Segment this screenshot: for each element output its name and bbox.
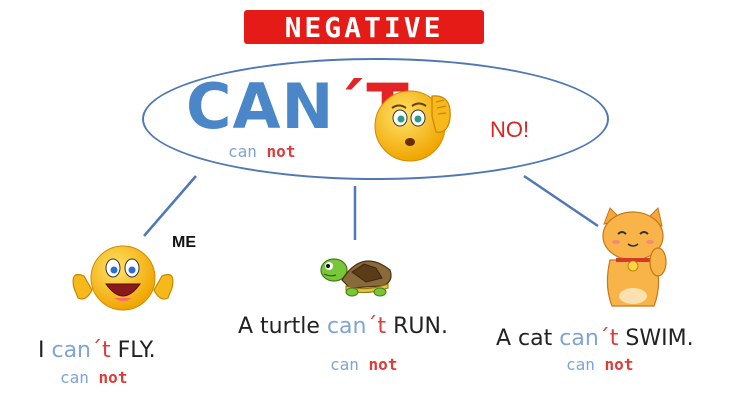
split-not: not — [368, 355, 398, 374]
title-badge: NEGATIVE — [244, 10, 484, 44]
turtle-icon — [320, 258, 392, 297]
split-can: can — [60, 368, 89, 387]
sentence-suffix: FLY. — [110, 338, 156, 363]
connector-left — [143, 175, 197, 237]
sentence-suffix: RUN. — [386, 314, 448, 339]
sentence-fly: I can´t FLY. — [38, 338, 156, 363]
cant-base: CAN — [186, 70, 335, 143]
sentence-prefix: I — [38, 338, 52, 363]
sentence-swim: A cat can´t SWIM. — [496, 326, 694, 351]
sentence-suffix: SWIM. — [618, 326, 694, 351]
sentence-t: t — [377, 314, 387, 339]
sentence-can: can — [559, 326, 599, 351]
lucky-cat-icon — [602, 207, 667, 307]
laughing-emoji-icon — [72, 245, 174, 311]
split-not: not — [98, 368, 128, 387]
sentence-can: can — [326, 314, 367, 339]
sentence-apostrophe: ´ — [91, 338, 103, 363]
split-can: can — [566, 355, 595, 374]
no-exclamation: NO! — [490, 117, 530, 142]
split-can: can — [330, 355, 359, 374]
sentence-can: can — [51, 338, 92, 363]
cant-apostrophe: ´ — [334, 70, 367, 143]
sentence-prefix: A turtle — [238, 314, 327, 339]
split-not: not — [604, 355, 634, 374]
confused-emoji-icon — [374, 90, 451, 162]
connector-right — [523, 174, 599, 228]
me-label: ME — [172, 234, 196, 251]
sentence-apostrophe: ´ — [598, 326, 610, 351]
sentence-apostrophe: ´ — [366, 314, 378, 339]
title-text: NEGATIVE — [284, 10, 444, 44]
split-words-swim: can not — [566, 355, 633, 374]
sentence-run: A turtle can´t RUN. — [238, 314, 448, 339]
split-words-fly: can not — [60, 368, 127, 387]
sentence-prefix: A cat — [496, 326, 560, 351]
split-can: can — [228, 142, 257, 161]
sentence-t: t — [102, 338, 111, 363]
split-not: not — [266, 142, 296, 161]
split-words-run: can not — [330, 355, 397, 374]
main-split-words: can not — [228, 142, 295, 161]
